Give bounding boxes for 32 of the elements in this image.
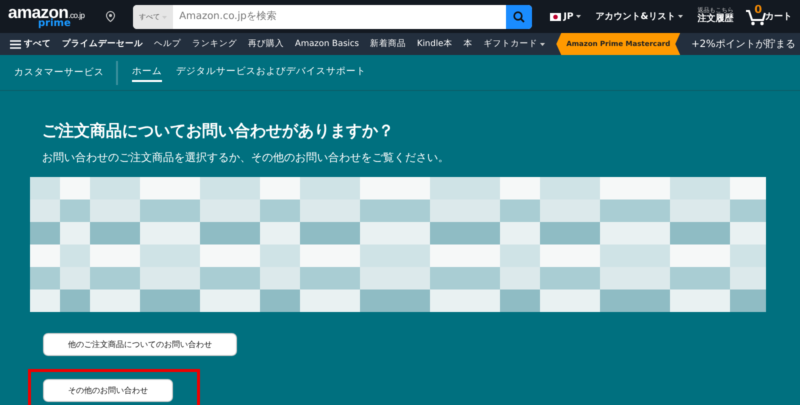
caret-icon [678, 15, 684, 18]
menu-icon [10, 40, 21, 48]
inquiry-button[interactable]: その他のお問い合わせ [43, 379, 173, 402]
nav-link[interactable]: 再び購入 [248, 38, 284, 50]
search-button[interactable] [506, 4, 532, 28]
amazon-logo[interactable]: amazon.co.jp prime [8, 4, 98, 29]
subnav-tab[interactable]: デジタルサービスおよびデバイスサポート [176, 63, 366, 82]
cart-label[interactable]: カート [765, 10, 792, 23]
nav-link[interactable]: 新着商品 [370, 38, 406, 50]
page-subtitle: お問い合わせのご注文商品を選択するか、その他のお問い合わせをご覧ください。 [42, 150, 450, 165]
nav-link[interactable]: プライムデーセール [62, 38, 143, 50]
page-heading: ご注文商品についてお問い合わせがありますか？ [42, 121, 395, 142]
orders-link[interactable]: 注文履歴 [697, 14, 734, 25]
all-menu-button[interactable]: すべて [10, 38, 51, 50]
nav-link[interactable]: Amazon Basics [295, 39, 359, 49]
section-title[interactable]: カスタマーサービス [14, 60, 118, 84]
nav-link[interactable]: ランキング [192, 38, 237, 50]
promo-text[interactable]: +2%ポイントが貯まる [691, 37, 800, 51]
location-icon[interactable] [106, 11, 115, 22]
caret-icon [576, 15, 582, 18]
nav-link[interactable]: Kindle本 [417, 38, 452, 50]
language-selector[interactable]: JP [550, 12, 582, 22]
flag-icon [550, 12, 561, 20]
nav-link[interactable]: ヘルプ [154, 38, 181, 50]
subnav-tab[interactable]: ホーム [132, 63, 162, 82]
inquiry-button[interactable]: 他のご注文商品についてのお問い合わせ [43, 333, 237, 356]
caret-icon [540, 42, 546, 46]
nav-dropdown[interactable]: ギフトカード [483, 38, 546, 50]
account-menu[interactable]: アカウント&リスト [595, 10, 684, 23]
search-icon [512, 10, 525, 22]
nav-link[interactable]: 本 [463, 38, 472, 50]
cart-count: 0 [754, 3, 762, 16]
